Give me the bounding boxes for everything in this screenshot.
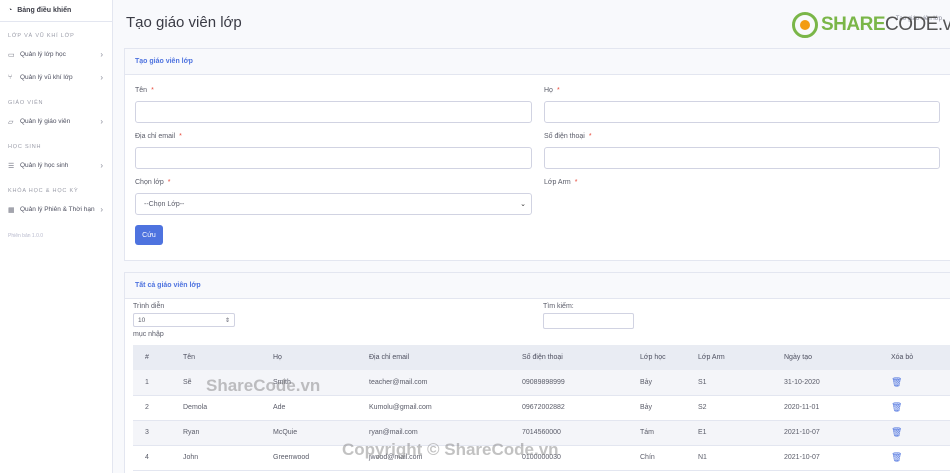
sidebar-item-manage-students[interactable]: ☰ Quản lý học sinh › (0, 154, 112, 177)
page-title: Tạo giáo viên lớp (126, 14, 242, 31)
sidebar-item-label: Quản lý lớp học (20, 51, 66, 58)
last-name-input[interactable] (544, 101, 940, 123)
trash-icon[interactable]: 🗑 (891, 402, 902, 412)
table-row: 3 Ryan McQuie ryan@mail.com 7014560000 T… (133, 420, 950, 445)
show-label: Trình diễn (133, 303, 165, 310)
calendar-icon: ▦ (8, 206, 15, 214)
class-arm-label: Lớp Arm * (544, 179, 578, 186)
column-header[interactable]: Xóa bỏ (879, 345, 950, 370)
main-content: Tạo giáo viên lớp Tạo giáo viên lớp SHAR… (114, 0, 950, 473)
updown-icon: ⇕ (224, 317, 230, 324)
chevron-down-icon: ⌄ (520, 201, 526, 208)
card-title: Tất cả giáo viên lớp (125, 273, 950, 299)
sidebar-item-label: Quản lý học sinh (20, 162, 69, 169)
email-field[interactable] (135, 147, 532, 169)
teacher-icon: ▱ (8, 118, 14, 126)
sidebar-item-manage-sessions[interactable]: ▦ Quản lý Phiên & Thời hạn › (0, 198, 112, 221)
trash-icon[interactable]: 🗑 (891, 377, 902, 387)
sidebar-heading-teachers: GIÁO VIÊN (8, 100, 44, 106)
column-header[interactable]: Lớp học (628, 345, 686, 370)
logo-icon (792, 12, 818, 38)
table-row: 2 Demola Ade Kumolu@gmail.com 0967200288… (133, 395, 950, 420)
sidebar-item-manage-classes[interactable]: ▭ Quản lý lớp học › (0, 43, 112, 66)
chevron-right-icon: › (100, 117, 103, 126)
trash-icon[interactable]: 🗑 (891, 452, 902, 462)
sidebar-item-dashboard[interactable]: ◔ Bảng điều khiển (0, 0, 112, 22)
table-row: 1 Sẽ Smith teacher@mail.com 09089898999 … (133, 370, 950, 395)
chevron-right-icon: › (100, 161, 103, 170)
sidebar-item-label: Quản lý vũ khí lớp (20, 74, 73, 81)
phone-field[interactable] (544, 147, 940, 169)
sidebar-heading-students: HỌC SINH (8, 144, 42, 150)
column-header[interactable]: Tên (171, 345, 261, 370)
logo-text: SHARECODE.vn (821, 14, 950, 35)
monitor-icon: ▭ (8, 51, 15, 59)
sidebar-item-label: Quản lý Phiên & Thời hạn (20, 206, 95, 213)
column-header[interactable]: Họ (261, 345, 357, 370)
teachers-list-card: Tất cả giáo viên lớp Trình diễn 10 ⇕ mục… (124, 272, 950, 473)
email-label: Địa chỉ email * (135, 133, 182, 140)
teachers-table: # Tên Họ Địa chỉ email Số điện thoại Lớp… (133, 345, 950, 471)
dashboard-icon: ◔ (8, 7, 13, 14)
sidebar-heading-sessions: KHÓA HỌC & HỌC KỲ (8, 188, 79, 194)
version-label: Phiên bản 1.0.0 (8, 233, 44, 239)
table-header-row: # Tên Họ Địa chỉ email Số điện thoại Lớp… (133, 345, 950, 370)
chevron-right-icon: › (100, 205, 103, 214)
sidebar-item-manage-class-arms[interactable]: ⑂ Quản lý vũ khí lớp › (0, 66, 112, 89)
column-header[interactable]: # (133, 345, 171, 370)
first-name-label: Tên * (135, 87, 154, 94)
branch-icon: ⑂ (8, 74, 13, 81)
last-name-label: Họ * (544, 87, 560, 94)
search-input[interactable] (543, 313, 634, 329)
column-header[interactable]: Ngày tạo (772, 345, 879, 370)
student-icon: ☰ (8, 162, 15, 170)
column-header[interactable]: Số điện thoại (510, 345, 628, 370)
card-title: Tạo giáo viên lớp (125, 49, 950, 75)
sidebar-item-label: Quản lý giáo viên (20, 118, 71, 125)
entries-select[interactable]: 10 ⇕ (133, 313, 235, 327)
table-row: 4 John Greenwood jwood@mail.com 01000000… (133, 445, 950, 470)
create-teacher-card: Tạo giáo viên lớp Tên * Họ * Địa chỉ email… (124, 48, 950, 261)
column-header[interactable]: Lớp Arm (686, 345, 772, 370)
save-button[interactable]: Cứu (135, 225, 163, 245)
chevron-right-icon: › (100, 50, 103, 59)
sidebar: ◔ Bảng điều khiển LỚP VÀ VŨ KHÍ LỚP ▭ Qu… (0, 0, 113, 473)
search-label: Tìm kiếm: (543, 303, 574, 310)
class-label: Chọn lớp * (135, 179, 171, 186)
phone-label: Số điện thoại * (544, 133, 592, 140)
first-name-input[interactable] (135, 101, 532, 123)
class-select[interactable]: --Chọn Lớp-- ⌄ (135, 193, 532, 215)
trash-icon[interactable]: 🗑 (891, 427, 902, 437)
sharecode-logo: SHARECODE.vn (792, 12, 950, 38)
chevron-right-icon: › (100, 73, 103, 82)
sidebar-heading-classes: LỚP VÀ VŨ KHÍ LỚP (8, 33, 75, 39)
sidebar-item-manage-teachers[interactable]: ▱ Quản lý giáo viên › (0, 110, 112, 133)
entries-label: mục nhập (133, 331, 164, 338)
sidebar-item-label: Bảng điều khiển (17, 7, 72, 14)
column-header[interactable]: Địa chỉ email (357, 345, 510, 370)
